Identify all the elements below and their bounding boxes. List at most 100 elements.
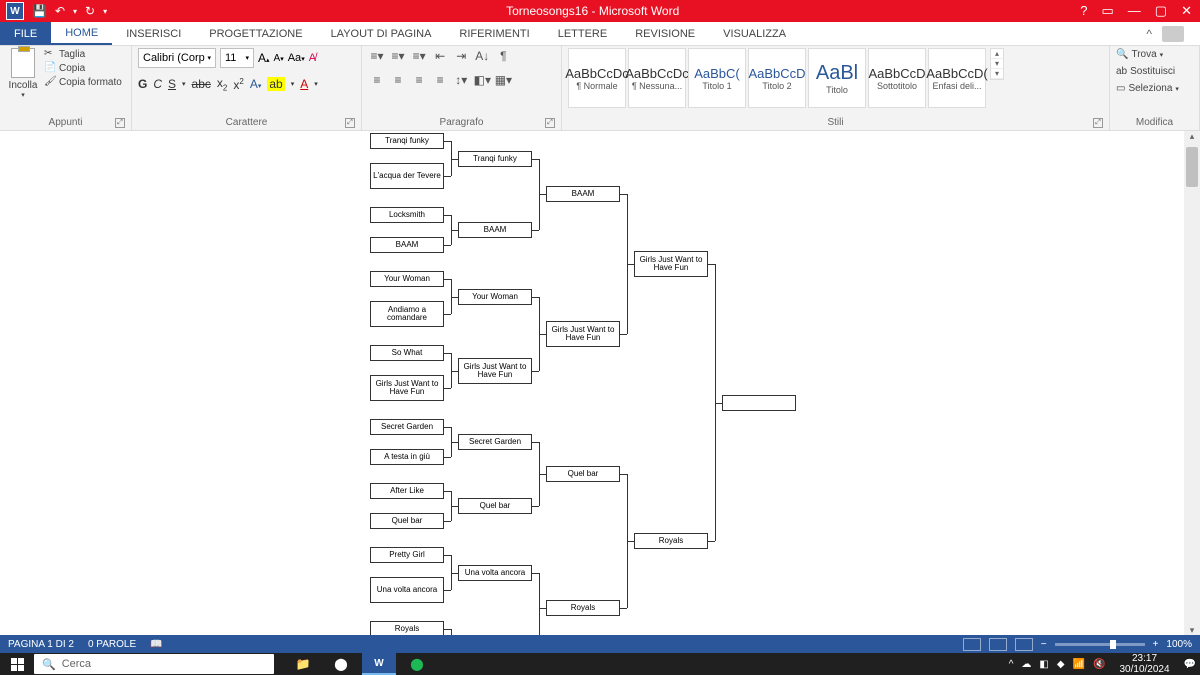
print-layout-icon[interactable] bbox=[989, 638, 1007, 651]
style-item[interactable]: AaBbC(Titolo 1 bbox=[688, 48, 746, 108]
web-layout-icon[interactable] bbox=[1015, 638, 1033, 651]
scroll-up-icon[interactable]: ▴ bbox=[1184, 131, 1200, 145]
tab-view[interactable]: VISUALIZZA bbox=[709, 22, 800, 45]
sort-icon[interactable]: A↓ bbox=[473, 48, 491, 64]
clear-format-icon[interactable]: A̸ bbox=[309, 52, 316, 64]
font-size-select[interactable]: 11▾ bbox=[220, 48, 254, 68]
maximize-icon[interactable]: ▢ bbox=[1155, 3, 1167, 19]
replace-button[interactable]: abSostituisci bbox=[1116, 65, 1175, 78]
paste-button[interactable]: Incolla ▾ bbox=[6, 48, 40, 99]
onedrive-icon[interactable]: ☁ bbox=[1021, 659, 1031, 670]
strike-button[interactable]: abc bbox=[192, 77, 211, 91]
format-painter-button[interactable]: 🖌Copia formato bbox=[44, 76, 122, 88]
tab-insert[interactable]: INSERISCI bbox=[112, 22, 195, 45]
tab-references[interactable]: RIFERIMENTI bbox=[445, 22, 543, 45]
grow-font-icon[interactable]: A▴ bbox=[258, 51, 270, 65]
align-left-icon[interactable]: ≡ bbox=[368, 72, 386, 88]
scroll-thumb[interactable] bbox=[1186, 147, 1198, 187]
show-marks-icon[interactable]: ¶ bbox=[494, 48, 512, 64]
copy-button[interactable]: 📄Copia bbox=[44, 62, 122, 74]
italic-button[interactable]: C bbox=[153, 77, 162, 91]
underline-dropdown-icon[interactable]: ▾ bbox=[182, 80, 186, 88]
zoom-in-icon[interactable]: + bbox=[1153, 639, 1159, 650]
undo-icon[interactable]: ↶ bbox=[55, 4, 65, 18]
tab-file[interactable]: FILE bbox=[0, 22, 51, 45]
decrease-indent-icon[interactable]: ⇤ bbox=[431, 48, 449, 64]
tab-review[interactable]: REVISIONE bbox=[621, 22, 709, 45]
chrome-icon[interactable]: ⬤ bbox=[324, 653, 358, 675]
change-case-icon[interactable]: Aa▾ bbox=[288, 52, 305, 64]
help-icon[interactable]: ? bbox=[1080, 3, 1087, 19]
save-icon[interactable]: 💾 bbox=[32, 4, 47, 18]
tab-layout[interactable]: LAYOUT DI PAGINA bbox=[317, 22, 446, 45]
tab-design[interactable]: PROGETTAZIONE bbox=[195, 22, 316, 45]
zoom-slider[interactable] bbox=[1055, 643, 1145, 646]
undo-more-icon[interactable]: ▾ bbox=[73, 7, 77, 16]
subscript-button[interactable]: x2 bbox=[217, 76, 227, 92]
file-explorer-icon[interactable]: 📁 bbox=[286, 653, 320, 675]
paste-dropdown-icon[interactable]: ▾ bbox=[21, 91, 25, 99]
font-dialog-icon[interactable]: ⤢ bbox=[345, 118, 355, 128]
page[interactable]: Tranqi funkyL'acqua der TevereLocksmithB… bbox=[130, 131, 1070, 639]
zoom-level[interactable]: 100% bbox=[1166, 639, 1192, 650]
style-item[interactable]: AaBbCcDSottotitolo bbox=[868, 48, 926, 108]
proofing-icon[interactable]: 📖 bbox=[150, 639, 162, 650]
text-effects-icon[interactable]: A▾ bbox=[250, 77, 262, 91]
numbering-icon[interactable]: ≡▾ bbox=[389, 48, 407, 64]
shrink-font-icon[interactable]: A▾ bbox=[274, 53, 284, 64]
styles-dialog-icon[interactable]: ⤢ bbox=[1093, 118, 1103, 128]
clipboard-dialog-icon[interactable]: ⤢ bbox=[115, 118, 125, 128]
read-mode-icon[interactable] bbox=[963, 638, 981, 651]
styles-scroll[interactable]: ▴▾▾ bbox=[990, 48, 1004, 80]
increase-indent-icon[interactable]: ⇥ bbox=[452, 48, 470, 64]
font-color-icon[interactable]: A bbox=[300, 77, 308, 91]
bold-button[interactable]: G bbox=[138, 77, 147, 91]
qat-customize-icon[interactable]: ▾ bbox=[103, 7, 107, 16]
style-item[interactable]: AaBbCcDTitolo 2 bbox=[748, 48, 806, 108]
zoom-out-icon[interactable]: − bbox=[1041, 639, 1047, 650]
align-right-icon[interactable]: ≡ bbox=[410, 72, 428, 88]
paragraph-dialog-icon[interactable]: ⤢ bbox=[545, 118, 555, 128]
highlight-icon[interactable]: ab bbox=[267, 77, 284, 91]
close-icon[interactable]: ✕ bbox=[1181, 3, 1192, 19]
line-spacing-icon[interactable]: ↕▾ bbox=[452, 72, 470, 88]
borders-icon[interactable]: ▦▾ bbox=[494, 72, 512, 88]
align-center-icon[interactable]: ≡ bbox=[389, 72, 407, 88]
account-icon[interactable] bbox=[1162, 26, 1184, 42]
vertical-scrollbar[interactable]: ▴ ▾ bbox=[1184, 131, 1200, 639]
minimize-icon[interactable]: — bbox=[1128, 3, 1141, 19]
shading-icon[interactable]: ◧▾ bbox=[473, 72, 491, 88]
styles-gallery[interactable]: AaBbCcDc¶ NormaleAaBbCcDc¶ Nessuna...AaB… bbox=[568, 48, 986, 108]
style-item[interactable]: AaBbCcDc¶ Normale bbox=[568, 48, 626, 108]
cut-button[interactable]: ✂Taglia bbox=[44, 48, 122, 60]
tab-home[interactable]: HOME bbox=[51, 22, 112, 45]
start-button[interactable] bbox=[0, 658, 34, 671]
ribbon-options-icon[interactable]: ▭ bbox=[1102, 3, 1114, 19]
tray-app-icon[interactable]: ◧ bbox=[1039, 659, 1048, 670]
spotify-icon[interactable]: ⬤ bbox=[400, 653, 434, 675]
superscript-button[interactable]: x2 bbox=[233, 77, 243, 92]
styles-up-icon[interactable]: ▴ bbox=[991, 49, 1003, 59]
font-color-dropdown-icon[interactable]: ▾ bbox=[314, 80, 318, 88]
style-item[interactable]: AaBbCcD(Enfasi deli... bbox=[928, 48, 986, 108]
multilevel-icon[interactable]: ≡▾ bbox=[410, 48, 428, 64]
bullets-icon[interactable]: ≡▾ bbox=[368, 48, 386, 64]
clock[interactable]: 23:17 30/10/2024 bbox=[1113, 653, 1175, 675]
find-button[interactable]: 🔍Trova ▾ bbox=[1116, 48, 1163, 61]
taskbar-search[interactable]: 🔍Cerca bbox=[34, 654, 274, 674]
word-taskbar-icon[interactable]: W bbox=[362, 653, 396, 675]
tab-mailings[interactable]: LETTERE bbox=[544, 22, 622, 45]
justify-icon[interactable]: ≡ bbox=[431, 72, 449, 88]
wifi-icon[interactable]: 📶 bbox=[1073, 659, 1085, 670]
redo-icon[interactable]: ↻ bbox=[85, 4, 95, 18]
tray-app2-icon[interactable]: ◆ bbox=[1057, 659, 1065, 670]
volume-icon[interactable]: 🔇 bbox=[1093, 659, 1105, 670]
page-indicator[interactable]: PAGINA 1 DI 2 bbox=[8, 639, 74, 650]
styles-down-icon[interactable]: ▾ bbox=[991, 59, 1003, 69]
word-count[interactable]: 0 PAROLE bbox=[88, 639, 136, 650]
highlight-dropdown-icon[interactable]: ▾ bbox=[291, 80, 295, 88]
styles-more-icon[interactable]: ▾ bbox=[991, 69, 1003, 79]
tray-chevron-icon[interactable]: ^ bbox=[1009, 659, 1014, 670]
font-name-select[interactable]: Calibri (Corp▾ bbox=[138, 48, 216, 68]
style-item[interactable]: AaBbCcDc¶ Nessuna... bbox=[628, 48, 686, 108]
